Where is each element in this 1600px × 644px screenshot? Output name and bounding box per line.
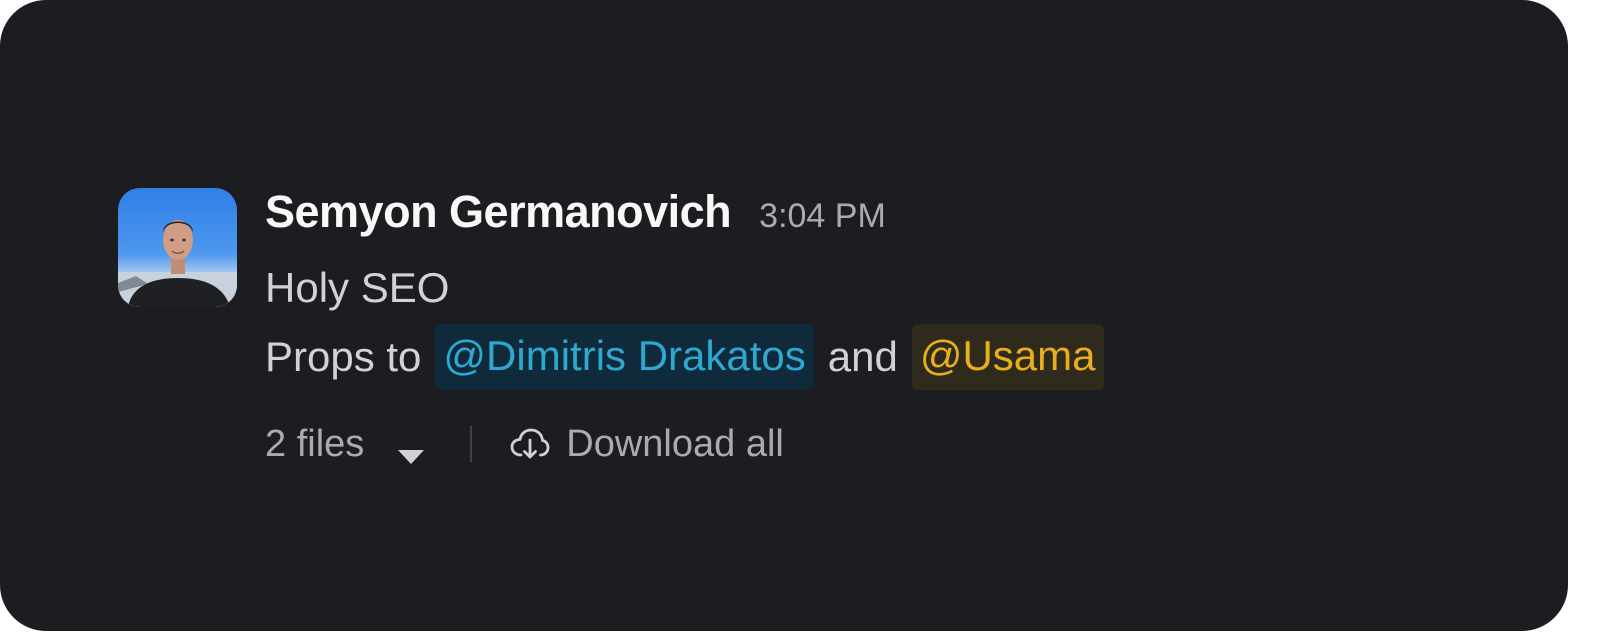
message-card: Semyon Germanovich 3:04 PM Holy SEO Prop… <box>0 0 1568 631</box>
sender-name[interactable]: Semyon Germanovich <box>265 186 732 238</box>
user-mention-dimitris[interactable]: @Dimitris Drakatos <box>435 323 814 391</box>
attachments-bar: 2 files Download all <box>265 416 784 472</box>
message-text-connector: and <box>827 333 898 380</box>
message-text-prefix: Props to <box>265 333 422 380</box>
message-timestamp[interactable]: 3:04 PM <box>759 197 886 236</box>
user-mention-usama[interactable]: @Usama <box>911 323 1104 391</box>
message-text-line-1: Holy SEO <box>265 258 449 318</box>
download-all-button[interactable]: Download all <box>510 423 784 466</box>
avatar[interactable] <box>118 188 237 307</box>
download-all-label: Download all <box>566 422 784 465</box>
divider <box>470 426 473 462</box>
files-toggle-button[interactable]: 2 files <box>265 423 426 466</box>
message-text: Holy SEO <box>265 264 450 311</box>
cloud-download-icon <box>510 426 550 462</box>
avatar-photo <box>118 188 237 307</box>
message-header: Semyon Germanovich 3:04 PM <box>265 186 886 242</box>
message-text-line-2: Props to @Dimitris Drakatos and @Usama <box>265 323 1104 391</box>
caret-down-icon <box>396 434 426 464</box>
files-count-label: 2 files <box>265 422 365 465</box>
